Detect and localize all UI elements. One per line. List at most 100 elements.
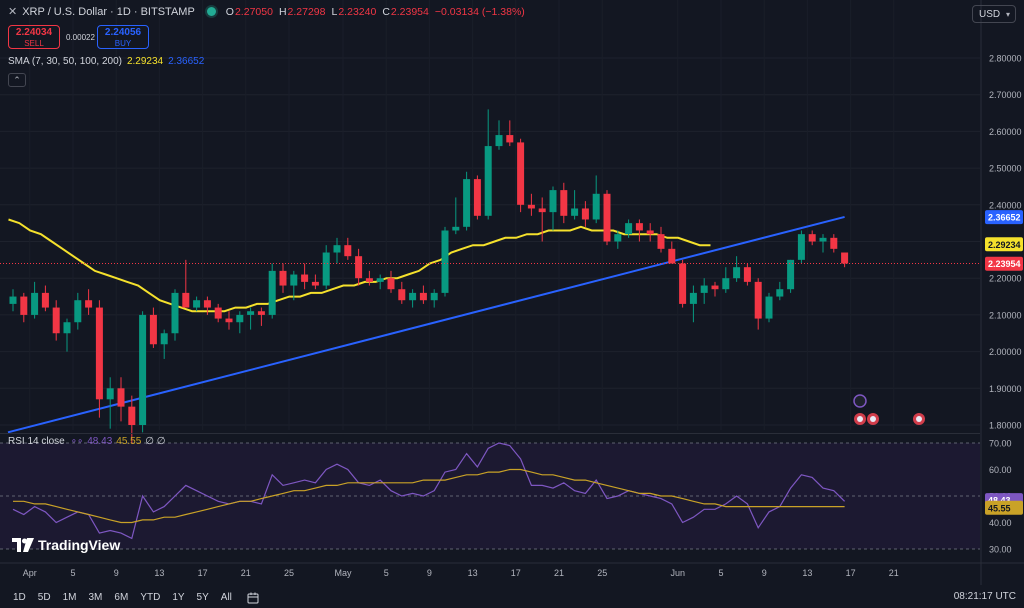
buy-label: BUY: [114, 39, 132, 48]
candle-body: [376, 278, 384, 282]
candle: [52, 300, 60, 341]
candle: [225, 311, 233, 330]
tradingview-logo[interactable]: TradingView: [12, 537, 120, 553]
axis-price-label: 2.23954: [985, 256, 1023, 271]
chart-canvas[interactable]: 2.800002.700002.600002.500002.400002.300…: [0, 0, 1024, 608]
timeframe-selector: 1D 5D 1M 3M 6M YTD 1Y 5Y All: [0, 592, 235, 603]
timeframe-ytd[interactable]: YTD: [137, 592, 163, 603]
time-axis[interactable]: Apr 5 9 13 17 21 25 May 5 9 13 17 21 25 Jun 5 9 13 17 21: [0, 562, 1024, 578]
timeframe-6m[interactable]: 6M: [111, 592, 131, 603]
price-tick-label: 2.50000: [989, 164, 1022, 174]
candle: [830, 234, 838, 253]
candle: [63, 318, 71, 352]
candle: [279, 263, 287, 293]
timeframe-5d[interactable]: 5D: [35, 592, 54, 603]
rsi-tick-label: 30.00: [989, 545, 1012, 555]
price-tick-label: 2.20000: [989, 274, 1022, 284]
candle-body: [517, 142, 525, 205]
axis-price-label-text: 2.23954: [988, 259, 1021, 269]
candle-body: [419, 292, 427, 301]
candle-body: [333, 245, 341, 253]
axis-price-label: 2.36652: [985, 210, 1023, 225]
symbol-legend: ✕ XRP / U.S. Dollar · 1D · BITSTAMP O2.2…: [8, 5, 531, 19]
candle: [268, 263, 276, 319]
candle-body: [117, 388, 125, 407]
ohlc-key: O: [225, 5, 234, 18]
candle: [171, 289, 179, 341]
candle-body: [290, 274, 298, 286]
candle: [657, 226, 665, 253]
candle: [787, 259, 795, 293]
candle-body: [711, 285, 719, 290]
timeframe-1d[interactable]: 1D: [10, 592, 29, 603]
candle-body: [139, 314, 147, 425]
candle: [31, 281, 39, 319]
candle: [700, 278, 708, 304]
rsi-pane: [0, 442, 980, 550]
time-tick-label: Jun: [671, 568, 686, 578]
candle-body: [247, 311, 255, 315]
time-tick-label: 21: [889, 568, 899, 578]
candle-body: [657, 234, 665, 249]
time-tick-label: 21: [554, 568, 564, 578]
price-tick-label: 2.10000: [989, 310, 1022, 320]
candle-body: [841, 252, 849, 264]
candle-body: [409, 292, 417, 301]
candle-body: [279, 270, 287, 286]
timeframe-1m[interactable]: 1M: [60, 592, 80, 603]
candle: [668, 241, 676, 264]
sma-value-long: 2.36652: [168, 56, 205, 67]
price-tick-label: 2.40000: [989, 200, 1022, 210]
candle-body: [765, 296, 773, 319]
candle-body: [74, 300, 82, 323]
symbol-title[interactable]: XRP / U.S. Dollar · 1D · BITSTAMP: [22, 6, 195, 18]
event-icon[interactable]: [853, 394, 867, 408]
candle: [85, 289, 93, 315]
ohlc-key: C: [382, 5, 390, 18]
candle: [603, 190, 611, 246]
timeframe-3m[interactable]: 3M: [86, 592, 106, 603]
candle: [689, 285, 697, 323]
axis-price-label: 2.29234: [985, 237, 1023, 252]
candle: [841, 252, 849, 268]
candle-body: [365, 278, 373, 282]
sell-button[interactable]: 2.24034 SELL: [8, 25, 60, 49]
pane-separator[interactable]: [0, 433, 980, 434]
timeframe-all[interactable]: All: [218, 592, 235, 603]
candle-body: [9, 296, 17, 304]
buy-button[interactable]: 2.24056 BUY: [97, 25, 149, 49]
time-tick-label: 9: [427, 568, 432, 578]
rsi-ma-value: 45.55: [116, 436, 142, 447]
candle-body: [538, 208, 546, 213]
time-tick-label: 13: [802, 568, 812, 578]
timeframe-5y[interactable]: 5Y: [194, 592, 212, 603]
event-markers: [853, 394, 925, 425]
rsi-legend[interactable]: RSI 14 close ∘∘ 48.43 45.55 ∅ ∅: [8, 436, 166, 447]
candle: [106, 377, 114, 429]
candle-body: [830, 237, 838, 249]
buy-price: 2.24056: [104, 27, 142, 38]
utc-clock[interactable]: 08:21:17 UTC: [954, 591, 1016, 602]
candle: [117, 377, 125, 422]
candle-body: [614, 234, 622, 242]
candle: [711, 281, 719, 297]
candle: [74, 292, 82, 330]
time-tick-label: 25: [597, 568, 607, 578]
candle: [419, 285, 427, 304]
candle-body: [214, 307, 222, 319]
time-tick-label: 17: [511, 568, 521, 578]
price-tick-label: 1.80000: [989, 421, 1022, 431]
rsi-dots-icon: ∘∘: [70, 436, 84, 447]
rsi-tick-label: 60.00: [989, 465, 1012, 475]
collapse-legend-button[interactable]: ⌃: [8, 73, 26, 87]
sma-legend[interactable]: SMA (7, 30, 50, 100, 200) 2.29234 2.3665…: [8, 56, 204, 67]
candle-body: [106, 388, 114, 400]
time-tick-label: 9: [114, 568, 119, 578]
candle: [441, 226, 449, 297]
timeframe-1y[interactable]: 1Y: [169, 592, 187, 603]
axis-price-label-text: 2.36652: [988, 213, 1021, 223]
candle: [506, 120, 514, 147]
currency-button[interactable]: USD ▾: [972, 5, 1016, 23]
calendar-goto-icon[interactable]: [247, 592, 259, 604]
chevron-icon[interactable]: ✕: [8, 5, 17, 18]
